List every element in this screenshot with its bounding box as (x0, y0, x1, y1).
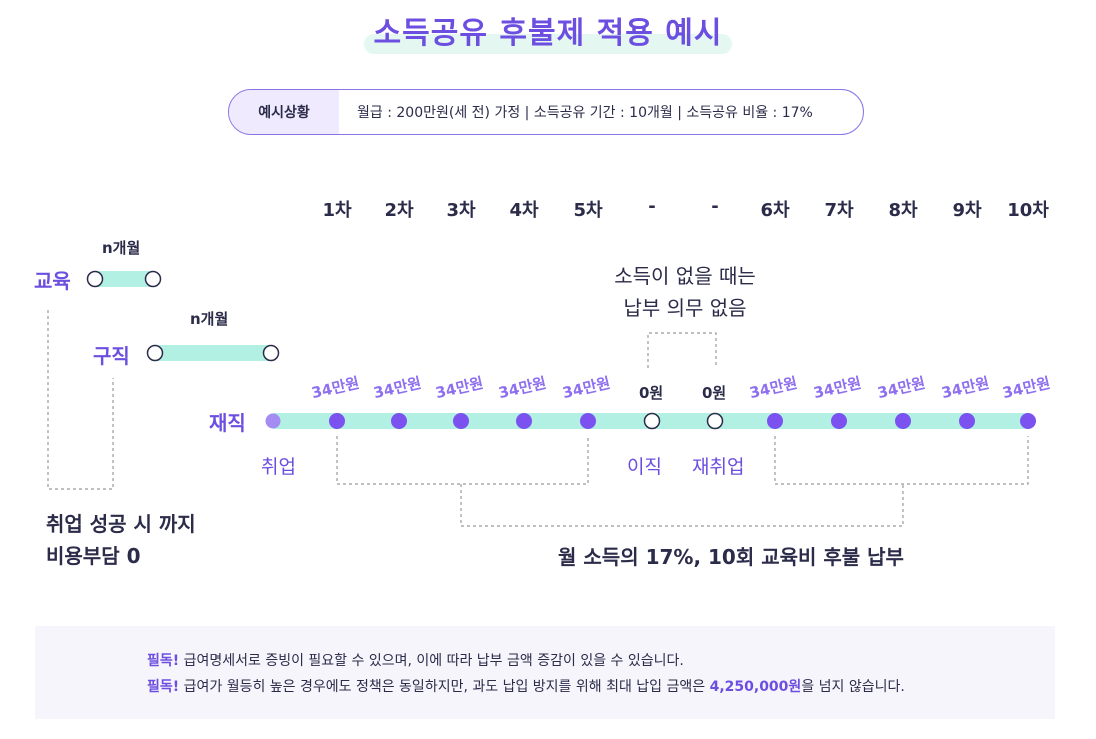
job-search-duration: n개월 (190, 310, 229, 328)
footer-line-1-text: 급여명세서로 증빙이 필요할 수 있으며, 이에 따라 납부 금액 증감이 있을… (179, 653, 684, 669)
payment-node (580, 413, 596, 429)
total-payments-bracket (460, 484, 904, 527)
column-header: 6차 (760, 200, 790, 221)
column-header: 9차 (952, 200, 982, 221)
payment-node (895, 413, 911, 429)
job-search-track (155, 345, 271, 361)
column-header: 8차 (888, 200, 918, 221)
column-header: - (711, 196, 719, 217)
event-hire: 취업 (261, 456, 296, 478)
row-label-education: 교육 (34, 269, 71, 293)
payment-node (767, 413, 783, 429)
no-income-note-line2: 납부 의무 없음 (623, 296, 747, 320)
no-income-note: 소득이 없을 때는 납부 의무 없음 (585, 260, 785, 324)
no-payment-amount: 0원 (702, 384, 727, 402)
column-header: 1차 (322, 200, 352, 221)
no-payment-node (706, 412, 724, 430)
education-end-node (144, 270, 162, 288)
payment-node (516, 413, 532, 429)
education-duration: n개월 (102, 239, 141, 257)
payment-node (831, 413, 847, 429)
payment-node (453, 413, 469, 429)
payments-1-5-bracket (336, 436, 589, 485)
footer-notice: 필독! 급여명세서로 증빙이 필요할 수 있으며, 이에 따라 납부 금액 증감… (35, 626, 1055, 719)
job-search-start-node (146, 344, 164, 362)
payments-6-10-bracket (774, 436, 1029, 485)
footer-line-1-prefix: 필독! (147, 653, 180, 669)
no-income-note-line1: 소득이 없을 때는 (614, 264, 756, 288)
footer-line-2-prefix: 필독! (147, 679, 180, 695)
job-search-end-node (262, 344, 280, 362)
footer-line-1: 필독! 급여명세서로 증빙이 필요할 수 있으며, 이에 따라 납부 금액 증감… (147, 650, 684, 670)
payment-node (329, 413, 345, 429)
column-header: 2차 (384, 200, 414, 221)
footer-line-2-text: 급여가 월등히 높은 경우에도 정책은 동일하지만, 과도 납입 방지를 위해 … (179, 679, 710, 695)
row-label-job-search: 구직 (93, 344, 130, 368)
education-start-node (86, 270, 104, 288)
payment-summary: 월 소득의 17%, 10회 교육비 후불 납부 (0, 541, 1096, 570)
payment-node (1020, 413, 1036, 429)
pre-employment-bracket (47, 310, 114, 490)
column-header: 5차 (573, 200, 603, 221)
payment-node (391, 413, 407, 429)
payment-node (959, 413, 975, 429)
pre-employment-note-line1: 취업 성공 시 까지 (46, 512, 196, 536)
footer-max-amount: 4,250,000원 (709, 679, 802, 695)
row-label-employed: 재직 (209, 411, 246, 435)
column-header: 4차 (509, 200, 539, 221)
hire-start-node (265, 413, 281, 429)
no-income-bracket (647, 332, 717, 368)
column-header: 7차 (824, 200, 854, 221)
payment-summary-text: 월 소득의 17%, 10회 교육비 후불 납부 (558, 545, 904, 569)
no-payment-node (643, 412, 661, 430)
footer-line-2: 필독! 급여가 월등히 높은 경우에도 정책은 동일하지만, 과도 납입 방지를… (147, 676, 905, 696)
event-leave: 이직 (627, 456, 662, 478)
column-header: 10차 (1007, 200, 1049, 221)
event-rehire: 재취업 (692, 456, 745, 478)
footer-line-2-suffix: 을 넘지 않습니다. (801, 679, 905, 695)
column-header: - (648, 196, 656, 217)
education-track (95, 271, 153, 287)
no-payment-amount: 0원 (639, 384, 664, 402)
column-header: 3차 (446, 200, 476, 221)
